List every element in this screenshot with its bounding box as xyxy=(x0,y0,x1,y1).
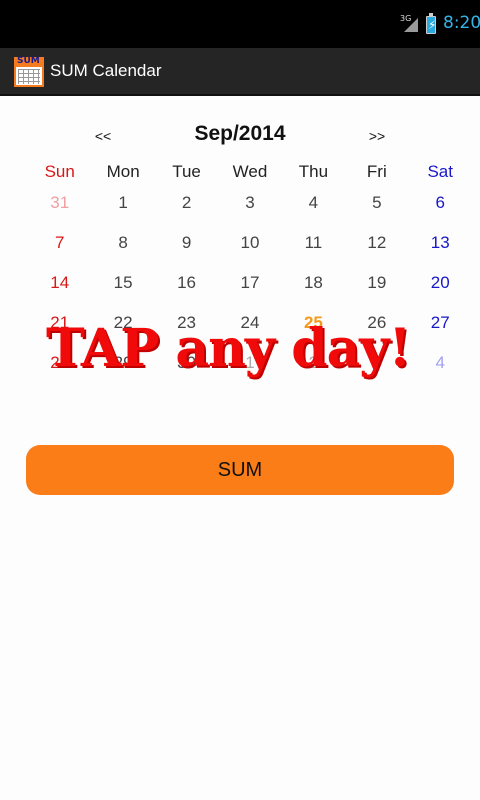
day-cell[interactable]: 10 xyxy=(218,230,281,270)
signal-icon: 3G xyxy=(400,14,418,32)
app-title: SUM Calendar xyxy=(50,61,162,80)
sum-button[interactable]: SUM xyxy=(26,445,454,495)
day-cell[interactable]: 17 xyxy=(218,270,281,310)
weekday-fri: Fri xyxy=(366,162,387,181)
calendar-week-row: 31 1 2 3 4 5 6 xyxy=(28,190,472,230)
day-cell[interactable]: 30 xyxy=(155,350,218,390)
day-cell[interactable]: 6 xyxy=(409,190,472,230)
day-cell[interactable]: 21 xyxy=(28,310,91,350)
day-cell[interactable]: 2 xyxy=(155,190,218,230)
status-time: 8:20 xyxy=(443,13,480,33)
weekday-sun: Sun xyxy=(44,162,75,181)
prev-month-button[interactable]: << xyxy=(88,128,118,144)
day-cell[interactable]: 18 xyxy=(282,270,345,310)
app-icon-label: SUM xyxy=(17,56,40,66)
day-cell[interactable]: 29 xyxy=(91,350,154,390)
day-cell[interactable]: 16 xyxy=(155,270,218,310)
weekday-wed: Wed xyxy=(232,162,268,181)
calendar-week-row: 7 8 9 10 11 12 13 xyxy=(28,230,472,270)
day-cell[interactable]: 26 xyxy=(345,310,408,350)
month-title: Sep/2014 xyxy=(194,122,286,145)
day-cell[interactable]: 1 xyxy=(91,190,154,230)
day-cell[interactable]: 24 xyxy=(218,310,281,350)
day-cell[interactable]: 3 xyxy=(218,190,281,230)
calendar-week-row: 21 22 23 24 25 26 27 xyxy=(28,310,472,350)
day-cell[interactable]: 9 xyxy=(155,230,218,270)
calendar-app-icon[interactable]: SUM xyxy=(14,56,44,87)
day-cell[interactable]: 28 xyxy=(28,350,91,390)
day-cell[interactable]: 12 xyxy=(345,230,408,270)
next-month-button[interactable]: >> xyxy=(362,128,392,144)
day-cell[interactable]: 27 xyxy=(409,310,472,350)
day-cell[interactable]: 14 xyxy=(28,270,91,310)
day-cell[interactable]: 19 xyxy=(345,270,408,310)
calendar-week-row: 28 29 30 1 2 3 4 xyxy=(28,350,472,390)
day-cell[interactable]: 1 xyxy=(218,350,281,390)
day-cell[interactable]: 15 xyxy=(91,270,154,310)
weekday-header-row: Sun Mon Tue Wed Thu Fri Sat xyxy=(28,162,472,186)
battery-icon: ⚡ xyxy=(426,13,437,34)
day-cell[interactable]: 22 xyxy=(91,310,154,350)
day-cell[interactable]: 8 xyxy=(91,230,154,270)
day-cell[interactable]: 7 xyxy=(28,230,91,270)
day-cell[interactable]: 4 xyxy=(282,190,345,230)
weekday-thu: Thu xyxy=(298,162,329,181)
day-cell[interactable]: 20 xyxy=(409,270,472,310)
day-cell-today[interactable]: 25 xyxy=(282,310,345,350)
day-cell[interactable]: 11 xyxy=(282,230,345,270)
day-cell[interactable]: 23 xyxy=(155,310,218,350)
weekday-tue: Tue xyxy=(172,162,201,181)
day-cell[interactable]: 5 xyxy=(345,190,408,230)
calendar-week-row: 14 15 16 17 18 19 20 xyxy=(28,270,472,310)
calendar-day-grid: 31 1 2 3 4 5 6 7 8 9 10 11 12 13 14 15 16 17 18 19 20 21 22 23 2… xyxy=(28,190,472,390)
day-cell[interactable]: 31 xyxy=(28,190,91,230)
day-cell[interactable]: 4 xyxy=(409,350,472,390)
day-cell[interactable]: 3 xyxy=(345,350,408,390)
day-cell[interactable]: 2 xyxy=(282,350,345,390)
calendar-header: << Sep/2014 >> xyxy=(0,120,480,150)
action-bar: SUM SUM Calendar xyxy=(0,48,480,96)
day-cell[interactable]: 13 xyxy=(409,230,472,270)
status-bar: 3G ⚡ 8:20 xyxy=(0,0,480,48)
weekday-mon: Mon xyxy=(106,162,140,181)
weekday-sat: Sat xyxy=(427,162,453,181)
